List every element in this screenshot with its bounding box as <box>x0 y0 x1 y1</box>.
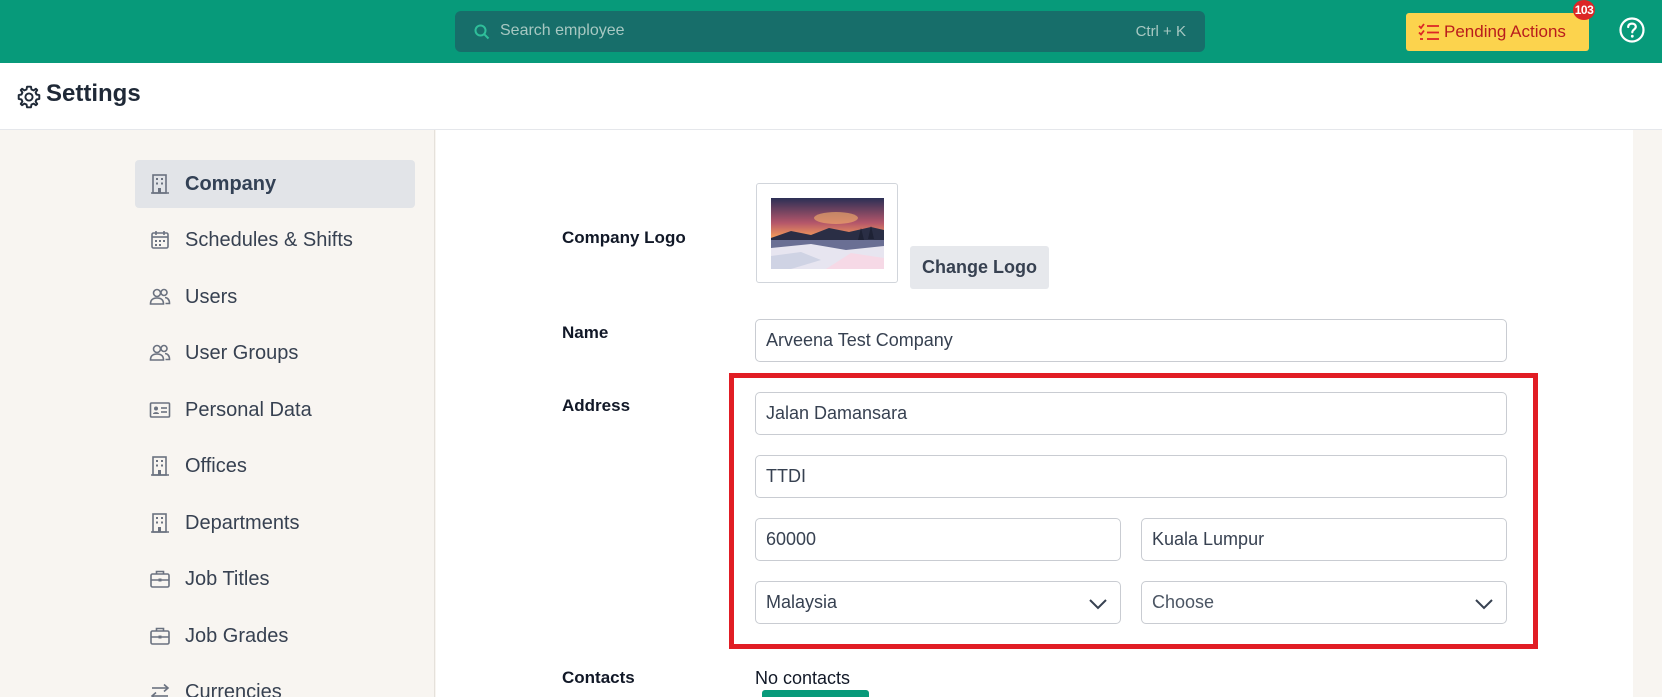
sidebar-item-label: Schedules & Shifts <box>185 229 353 251</box>
sidebar-item-currencies[interactable]: Currencies <box>135 668 415 697</box>
pending-actions-label: Pending Actions <box>1444 22 1566 41</box>
gear-icon <box>17 85 41 109</box>
sidebar-item-label: Users <box>185 286 238 308</box>
company-logo-image <box>771 198 884 269</box>
add-contact-button[interactable] <box>762 690 869 697</box>
employee-search[interactable]: Search employee Ctrl + K <box>455 11 1205 52</box>
top-bar: Search employee Ctrl + K Pending Actions… <box>0 0 1662 63</box>
pending-count-badge: 103 <box>1573 0 1595 20</box>
search-icon <box>474 24 490 40</box>
company-logo-label: Company Logo <box>562 228 686 247</box>
sidebar-item-label: Offices <box>185 455 247 477</box>
name-label: Name <box>562 323 609 342</box>
search-placeholder: Search employee <box>500 22 625 39</box>
sidebar-item-users[interactable]: Users <box>135 273 415 321</box>
users-icon <box>149 288 171 305</box>
building-icon <box>151 174 169 194</box>
page-header: Settings <box>0 63 1662 130</box>
sidebar-item-schedules[interactable]: Schedules & Shifts <box>135 216 415 264</box>
checklist-icon <box>1418 23 1439 40</box>
change-logo-button[interactable]: Change Logo <box>910 246 1049 289</box>
briefcase-icon <box>150 627 170 645</box>
sidebar-item-offices[interactable]: Offices <box>135 442 415 490</box>
sidebar-item-label: Currencies <box>185 681 282 697</box>
sidebar-item-label: Personal Data <box>185 399 312 421</box>
user-groups-icon <box>149 344 171 361</box>
briefcase-icon <box>150 570 170 588</box>
help-icon[interactable] <box>1619 17 1645 43</box>
sidebar-item-job-grades[interactable]: Job Grades <box>135 612 415 660</box>
company-name-field[interactable]: Arveena Test Company <box>755 319 1507 362</box>
pending-actions-button[interactable]: Pending Actions <box>1406 13 1589 51</box>
sidebar-item-label: Departments <box>185 512 300 534</box>
sidebar-item-company[interactable]: Company <box>135 160 415 208</box>
sidebar-item-label: Job Titles <box>185 568 270 590</box>
swap-arrows-icon <box>150 683 170 697</box>
sidebar-item-label: Company <box>185 173 277 195</box>
company-logo-frame <box>756 183 898 283</box>
id-card-icon <box>149 402 171 418</box>
sidebar-item-user-groups[interactable]: User Groups <box>135 329 415 377</box>
address-highlight-box <box>729 373 1538 649</box>
contacts-label: Contacts <box>562 668 635 687</box>
building-icon <box>151 513 169 533</box>
right-gutter <box>1633 130 1662 697</box>
sidebar-item-personal-data[interactable]: Personal Data <box>135 386 415 434</box>
search-shortcut: Ctrl + K <box>1135 23 1186 40</box>
address-label: Address <box>562 396 631 415</box>
building-icon <box>151 456 169 476</box>
no-contacts-text: No contacts <box>755 668 851 688</box>
sidebar-item-label: Job Grades <box>185 625 289 647</box>
sidebar-item-job-titles[interactable]: Job Titles <box>135 555 415 603</box>
settings-sidebar: Company Schedules & Shifts Users User Gr… <box>0 130 435 697</box>
calendar-icon <box>151 231 169 249</box>
page-title: Settings <box>46 80 141 107</box>
sidebar-item-label: User Groups <box>185 342 299 364</box>
sidebar-item-departments[interactable]: Departments <box>135 499 415 547</box>
